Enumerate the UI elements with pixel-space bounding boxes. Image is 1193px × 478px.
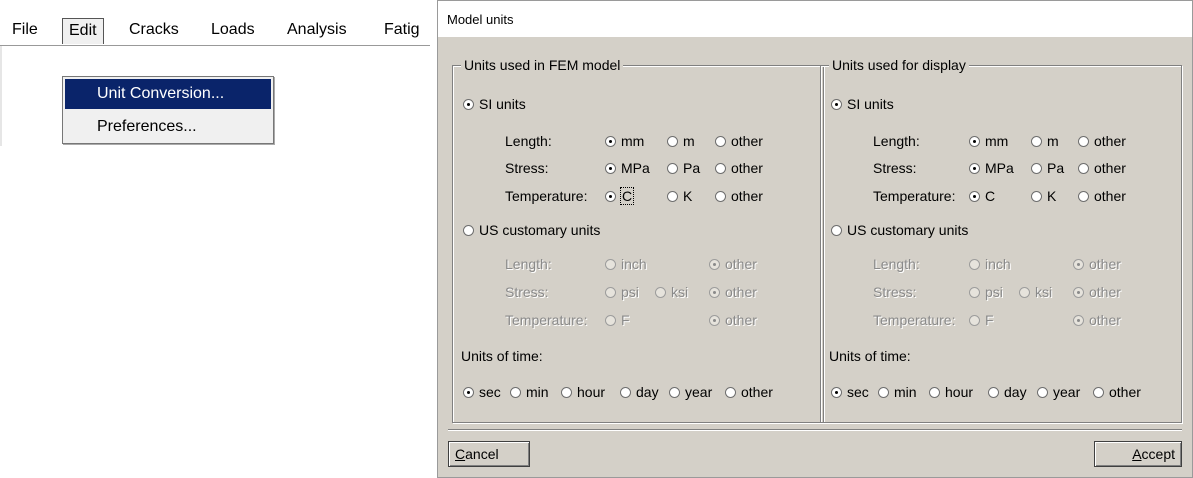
- stress-other-radio[interactable]: other: [715, 158, 763, 178]
- length-other-radio[interactable]: other: [715, 131, 763, 151]
- fem-units-group: Units used in FEM model SI units Length:…: [452, 57, 824, 423]
- us-temp-row: Temperature: F other: [505, 310, 757, 330]
- si-stress-row: Stress: MPa Pa other: [873, 158, 1126, 178]
- time-label: Units of time:: [461, 348, 543, 364]
- length-inch-radio: inch: [605, 254, 647, 274]
- time-options-row: sec min hour day year other: [463, 382, 818, 402]
- menu-cracks[interactable]: Cracks: [129, 20, 179, 40]
- length-m-radio[interactable]: m: [667, 131, 695, 151]
- stress-us-other-radio: other: [1073, 282, 1121, 302]
- temp-us-other-radio: other: [709, 310, 757, 330]
- model-units-dialog: Model units Units used in FEM model SI u…: [437, 0, 1193, 478]
- time-other-radio[interactable]: other: [1093, 382, 1141, 402]
- time-hour-radio[interactable]: hour: [929, 382, 973, 402]
- dialog-titlebar: Model units: [438, 1, 1192, 37]
- temp-k-radio[interactable]: K: [1031, 186, 1056, 206]
- length-us-other-radio: other: [1073, 254, 1121, 274]
- stress-psi-radio: psi: [605, 282, 639, 302]
- menu-analysis[interactable]: Analysis: [287, 20, 347, 40]
- menu-item-preferences[interactable]: Preferences...: [63, 111, 273, 143]
- length-us-other-radio: other: [709, 254, 757, 274]
- time-sec-radio[interactable]: sec: [831, 382, 869, 402]
- stress-psi-radio: psi: [969, 282, 1003, 302]
- stress-ksi-radio: ksi: [1019, 282, 1052, 302]
- stress-pa-radio[interactable]: Pa: [1031, 158, 1064, 178]
- cancel-button[interactable]: Cancel: [448, 441, 530, 467]
- menu-fatigue[interactable]: Fatig: [384, 20, 420, 40]
- us-stress-row: Stress: psi ksi other: [873, 282, 1121, 302]
- stress-mpa-radio[interactable]: MPa: [969, 158, 1014, 178]
- stress-other-radio[interactable]: other: [1078, 158, 1126, 178]
- time-label: Units of time:: [829, 348, 911, 364]
- si-temp-row: Temperature: C K other: [873, 186, 1126, 206]
- si-units-radio[interactable]: SI units: [463, 94, 526, 114]
- us-length-row: Length: inch other: [873, 254, 1121, 274]
- menu-file[interactable]: File: [12, 20, 38, 40]
- temperature-label: Temperature:: [505, 188, 588, 204]
- time-year-radio[interactable]: year: [669, 382, 712, 402]
- length-m-radio[interactable]: m: [1031, 131, 1059, 151]
- menu-bar: File Edit Cracks Loads Analysis Fatig: [0, 0, 430, 44]
- temp-other-radio[interactable]: other: [715, 186, 763, 206]
- time-year-radio[interactable]: year: [1037, 382, 1080, 402]
- us-stress-row: Stress: psi ksi other: [505, 282, 757, 302]
- group-legend: Units used in FEM model: [461, 57, 624, 73]
- time-day-radio[interactable]: day: [988, 382, 1027, 402]
- dialog-title: Model units: [447, 12, 514, 27]
- time-options-row: sec min hour day year other: [831, 382, 1181, 402]
- temp-f-radio: F: [605, 310, 630, 330]
- edit-dropdown-menu: Unit Conversion... Preferences...: [62, 76, 274, 144]
- menu-item-unit-conversion[interactable]: Unit Conversion...: [65, 79, 271, 109]
- time-day-radio[interactable]: day: [620, 382, 659, 402]
- radio-icon: [463, 99, 474, 110]
- time-min-radio[interactable]: min: [510, 382, 549, 402]
- radio-label: SI units: [479, 96, 526, 112]
- temp-c-radio[interactable]: C: [605, 186, 635, 206]
- si-units-radio[interactable]: SI units: [831, 94, 894, 114]
- temp-other-radio[interactable]: other: [1078, 186, 1126, 206]
- si-temp-row: Temperature: C K other: [505, 186, 815, 206]
- length-mm-radio[interactable]: mm: [969, 131, 1008, 151]
- us-units-radio[interactable]: US customary units: [831, 220, 968, 240]
- us-units-radio[interactable]: US customary units: [463, 220, 600, 240]
- length-other-radio[interactable]: other: [1078, 131, 1126, 151]
- temp-f-radio: F: [969, 310, 994, 330]
- menu-loads[interactable]: Loads: [211, 20, 255, 40]
- dialog-separator: [448, 429, 1182, 431]
- time-sec-radio[interactable]: sec: [463, 382, 501, 402]
- length-mm-radio[interactable]: mm: [605, 131, 644, 151]
- stress-label: Stress:: [505, 160, 549, 176]
- us-temp-row: Temperature: F other: [873, 310, 1121, 330]
- stress-pa-radio[interactable]: Pa: [667, 158, 700, 178]
- temp-k-radio[interactable]: K: [667, 186, 692, 206]
- si-length-row: Length: mm m other: [873, 131, 1126, 151]
- group-legend: Units used for display: [829, 57, 969, 73]
- accept-button[interactable]: Accept: [1094, 441, 1182, 467]
- stress-us-other-radio: other: [709, 282, 757, 302]
- si-length-row: Length: mm m other: [505, 131, 815, 151]
- length-label: Length:: [505, 133, 552, 149]
- time-hour-radio[interactable]: hour: [561, 382, 605, 402]
- background: [0, 146, 430, 478]
- time-other-radio[interactable]: other: [725, 382, 773, 402]
- stress-mpa-radio[interactable]: MPa: [605, 158, 650, 178]
- temp-c-radio[interactable]: C: [969, 186, 995, 206]
- si-stress-row: Stress: MPa Pa other: [505, 158, 815, 178]
- temp-us-other-radio: other: [1073, 310, 1121, 330]
- length-inch-radio: inch: [969, 254, 1011, 274]
- stress-ksi-radio: ksi: [655, 282, 688, 302]
- display-units-group: Units used for display SI units Length: …: [820, 57, 1182, 423]
- us-length-row: Length: inch other: [505, 254, 757, 274]
- menu-edit[interactable]: Edit: [62, 18, 104, 44]
- time-min-radio[interactable]: min: [878, 382, 917, 402]
